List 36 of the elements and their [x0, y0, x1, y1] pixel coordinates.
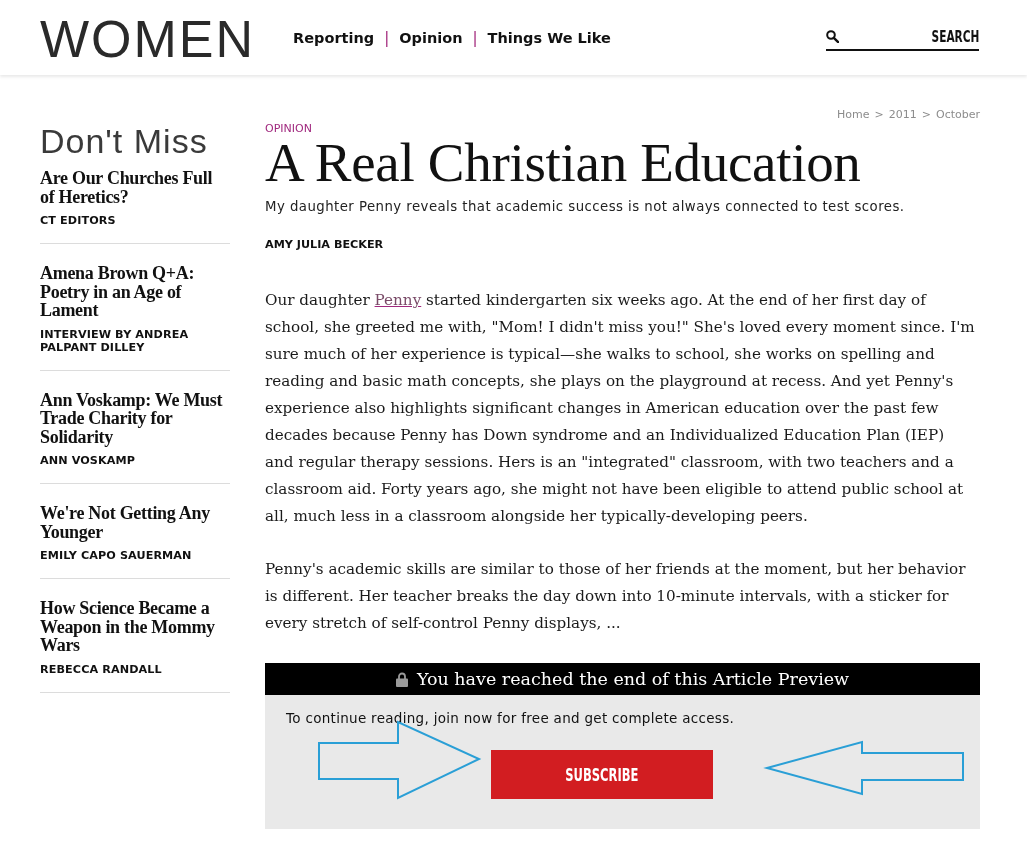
author-name: CT EDITORS: [40, 214, 117, 227]
breadcrumb-link[interactable]: Home: [837, 108, 870, 122]
paywall-message: To continue reading, join now for free and get complete access.: [286, 709, 735, 727]
site-logo[interactable]: WOMEN: [40, 12, 256, 65]
breadcrumb-link[interactable]: October: [935, 108, 980, 122]
article-subtitle: My daughter Penny reveals that academic success is not always connected to test scores.: [265, 198, 905, 216]
nav-separator: |: [384, 28, 390, 47]
sidebar-article-link[interactable]: Amena Brown Q+A: Poetry in an Age of Lament: [40, 264, 224, 320]
author-name: INTERVIEW BY ANDREA PALPANT DILLEY: [40, 327, 190, 354]
subscribe-button[interactable]: SUBSCRIBE: [490, 750, 713, 799]
author-name: EMILY CAPO SAUERMAN: [40, 549, 193, 562]
inline-link[interactable]: Penny: [374, 291, 422, 309]
search-button[interactable]: SEARCH: [931, 27, 979, 46]
paywall-heading: You have reached the end of this Article Preview: [416, 668, 850, 690]
article-paragraph: Our daughter Penny started kindergarten six weeks ago. At the end of her first day of school, she greeted me with, "Mom! I didn't miss you!" She's loved every moment since. I'm sure much of her experience is typical—she walks to school, she works on spelling and reading and basic math concepts, she plays on the playground at recess. And yet Penny's experience also highlights significant changes in American education over the past few decades because Penny has Down syndrome and an Individualized Education Plan (IEP) and regular therapy sessions. Hers is an "integrated" classroom, with two teachers and a classroom aid. Forty years ago, she might not have been eligible to attend public school at all, much less in a classroom alongside her typically-developing peers.: [265, 290, 975, 527]
author-name: REBECCA RANDALL: [40, 662, 163, 676]
breadcrumb-separator: >: [921, 108, 931, 122]
sidebar-heading: Don't Miss: [40, 122, 209, 160]
left-arrow-icon: [766, 741, 964, 795]
sidebar-article-link[interactable]: How Science Became a Weapon in the Mommy Wars: [40, 599, 224, 655]
nav-link[interactable]: Things We Like: [487, 29, 611, 46]
section-label[interactable]: OPINION: [265, 122, 312, 135]
nav-link[interactable]: Reporting: [293, 29, 375, 46]
sidebar-article-link[interactable]: Ann Voskamp: We Must Trade Charity for Solidarity: [40, 390, 224, 446]
article-paragraph: Penny's academic skills are similar to those of her friends at the moment, but her behavior is different. Her teacher breaks the day down into 10-minute intervals, with a sticker for every stretch of self-control Penny displays, ...: [265, 559, 967, 634]
search-field[interactable]: SEARCH: [826, 24, 979, 51]
sidebar-article-link[interactable]: Are Our Churches Full of Heretics?: [40, 169, 224, 206]
sidebar-article-link[interactable]: We're Not Getting Any Younger: [40, 504, 224, 541]
breadcrumb-separator: >: [874, 108, 884, 122]
lock-icon: [395, 671, 408, 687]
author-name: ANN VOSKAMP: [40, 454, 137, 467]
nav-separator: |: [472, 28, 478, 47]
article-title: A Real Christian Education: [265, 135, 861, 191]
nav-link[interactable]: Opinion: [399, 29, 463, 46]
author-link[interactable]: AMY JULIA BECKER: [265, 238, 384, 252]
search-icon: [826, 30, 839, 43]
